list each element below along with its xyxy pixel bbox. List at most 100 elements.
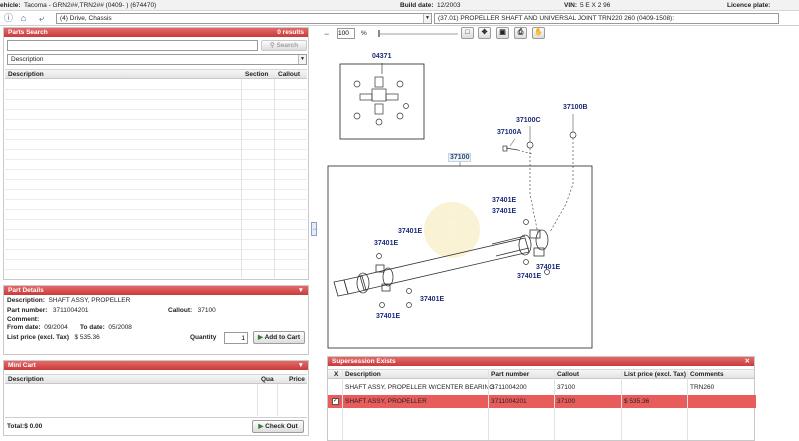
supersession-panel: Supersession Exists ✕ X Description Part… xyxy=(327,356,756,441)
chevron-down-icon: ▼ xyxy=(298,55,306,64)
cart-total: Total:$ 0.00 xyxy=(7,423,43,430)
search-filter-select[interactable]: Description ▼ xyxy=(7,54,307,65)
part-details-title: Part Details xyxy=(8,287,44,294)
row-checkbox[interactable]: ✓ xyxy=(332,398,339,405)
panel-splitter-handle[interactable]: ↔ xyxy=(311,222,317,236)
chevron-down-icon: ▼ xyxy=(423,14,431,23)
search-icon: ⚲ xyxy=(269,42,275,49)
cart-divider xyxy=(5,417,307,418)
fit-window-icon[interactable]: □ xyxy=(461,27,474,39)
parts-diagram: 04371 37100B 37100C 37100A 37100 37401E … xyxy=(320,44,795,356)
parts-search-header: Parts Search 0 results xyxy=(4,28,308,37)
zoom-slider[interactable] xyxy=(378,30,458,37)
from-date-field: From date: 09/2004 xyxy=(7,324,68,331)
callout-37100B[interactable]: 37100B xyxy=(563,104,588,111)
checkout-icon: ▶ xyxy=(258,423,264,430)
callout-37100A[interactable]: 37100A xyxy=(497,129,522,136)
quantity-label: Quantity xyxy=(190,334,217,341)
mini-cart-title: Mini Cart xyxy=(8,362,36,369)
row-divider xyxy=(5,169,307,170)
column-select[interactable]: X xyxy=(334,370,338,379)
column-divider xyxy=(274,79,275,278)
callout-37401E[interactable]: 37401E xyxy=(536,264,560,271)
search-input[interactable] xyxy=(7,40,258,51)
callout-37100[interactable]: 37100 xyxy=(448,153,472,162)
callout-04371[interactable]: 04371 xyxy=(372,53,391,60)
zoom-fit-icon[interactable]: ▣ xyxy=(496,27,509,39)
build-date-label: Build date: xyxy=(400,2,434,9)
callout-37401E[interactable]: 37401E xyxy=(492,208,516,215)
supersession-title: Supersession Exists xyxy=(332,358,396,365)
diagram-canvas xyxy=(327,63,593,349)
search-button[interactable]: ⚲ Search xyxy=(261,40,307,51)
results-count: 0 results xyxy=(277,29,304,36)
zoom-input[interactable] xyxy=(337,28,355,39)
checkout-button[interactable]: ▶ Check Out xyxy=(252,420,304,433)
callout-37100C[interactable]: 37100C xyxy=(516,117,541,124)
row-divider xyxy=(5,129,307,130)
row-divider xyxy=(5,209,307,210)
column-divider xyxy=(687,369,688,440)
illustration-select[interactable]: (37.01) PROPELLER SHAFT AND UNIVERSAL JO… xyxy=(434,13,779,24)
info-icon[interactable]: ⓘ xyxy=(2,12,15,24)
callout-37401E[interactable]: 37401E xyxy=(420,296,444,303)
zoom-unit: % xyxy=(361,30,367,37)
part-details-header: Part Details ▼ xyxy=(4,286,308,295)
row-divider xyxy=(5,249,307,250)
cart-icon: ▶ xyxy=(258,334,264,341)
row-divider xyxy=(5,159,307,160)
collapse-icon[interactable]: ▼ xyxy=(298,361,304,370)
row-divider xyxy=(5,139,307,140)
row-divider xyxy=(5,149,307,150)
parts-search-panel: Parts Search 0 results ⚲ Search Descript… xyxy=(3,27,309,280)
column-quantity[interactable]: Qua xyxy=(261,375,274,384)
callout-37401E[interactable]: 37401E xyxy=(492,197,516,204)
collapse-icon[interactable]: ▼ xyxy=(298,286,304,295)
pan-icon[interactable]: ✥ xyxy=(478,27,491,39)
column-description[interactable]: Description xyxy=(345,370,381,379)
build-date-value: 12/2003 xyxy=(437,2,461,9)
callout-37401E[interactable]: 37401E xyxy=(398,228,422,235)
column-part-number[interactable]: Part number xyxy=(491,370,529,379)
cart-table-header: Description Qua Price xyxy=(5,374,307,384)
row-divider xyxy=(5,269,307,270)
column-section[interactable]: Section xyxy=(245,70,268,79)
row-divider xyxy=(5,89,307,90)
callout-37401E[interactable]: 37401E xyxy=(374,240,398,247)
list-price-field: List price (excl. Tax) $ 535.36 xyxy=(7,334,100,341)
row-divider xyxy=(5,109,307,110)
hand-icon[interactable]: ✋ xyxy=(532,27,545,39)
column-callout[interactable]: Callout xyxy=(557,370,579,379)
row-divider xyxy=(5,199,307,200)
callout-field: Callout: 37100 xyxy=(168,307,216,314)
callout-37401E[interactable]: 37401E xyxy=(517,273,541,280)
column-description[interactable]: Description xyxy=(8,375,44,384)
navigation-bar: ⓘ ⌂ ⤶ (4) Drive, Chassis ▼ (37.01) PROPE… xyxy=(0,11,799,26)
vehicle-label: ehicle: xyxy=(0,2,21,9)
zoom-out-icon[interactable]: − xyxy=(324,29,329,39)
row-divider xyxy=(5,189,307,190)
licence-plate-label: Licence plate: xyxy=(727,2,771,9)
quantity-input[interactable] xyxy=(224,332,248,344)
supersession-row[interactable]: SHAFT ASSY, PROPELLER W/CENTER BEARING 3… xyxy=(328,381,756,394)
group-select[interactable]: (4) Drive, Chassis ▼ xyxy=(56,13,432,24)
column-comments[interactable]: Comments xyxy=(690,370,724,379)
callout-37401E[interactable]: 37401E xyxy=(376,313,400,320)
column-callout[interactable]: Callout xyxy=(278,70,300,79)
column-divider xyxy=(621,369,622,440)
viewer-toolbar: − % □ ✥ ▣ ⎙ ✋ xyxy=(320,27,795,41)
column-divider xyxy=(241,79,242,278)
column-price[interactable]: Price xyxy=(289,375,305,384)
column-description[interactable]: Description xyxy=(8,70,44,79)
column-list-price[interactable]: List price (excl. Tax) xyxy=(624,370,686,379)
home-icon[interactable]: ⌂ xyxy=(17,12,30,24)
back-arrow-icon[interactable]: ⤶ xyxy=(35,12,48,24)
print-icon[interactable]: ⎙ xyxy=(514,27,527,39)
u-joint-box xyxy=(339,63,425,140)
supersession-row-selected[interactable]: ✓ SHAFT ASSY, PROPELLER 3711004201 37100… xyxy=(328,395,756,408)
zoom-slider-handle[interactable] xyxy=(378,30,380,37)
add-to-cart-button[interactable]: ▶ Add to Cart xyxy=(253,331,305,344)
close-icon[interactable]: ✕ xyxy=(745,357,750,366)
comment-field: Comment: xyxy=(7,316,40,323)
row-divider xyxy=(5,229,307,230)
